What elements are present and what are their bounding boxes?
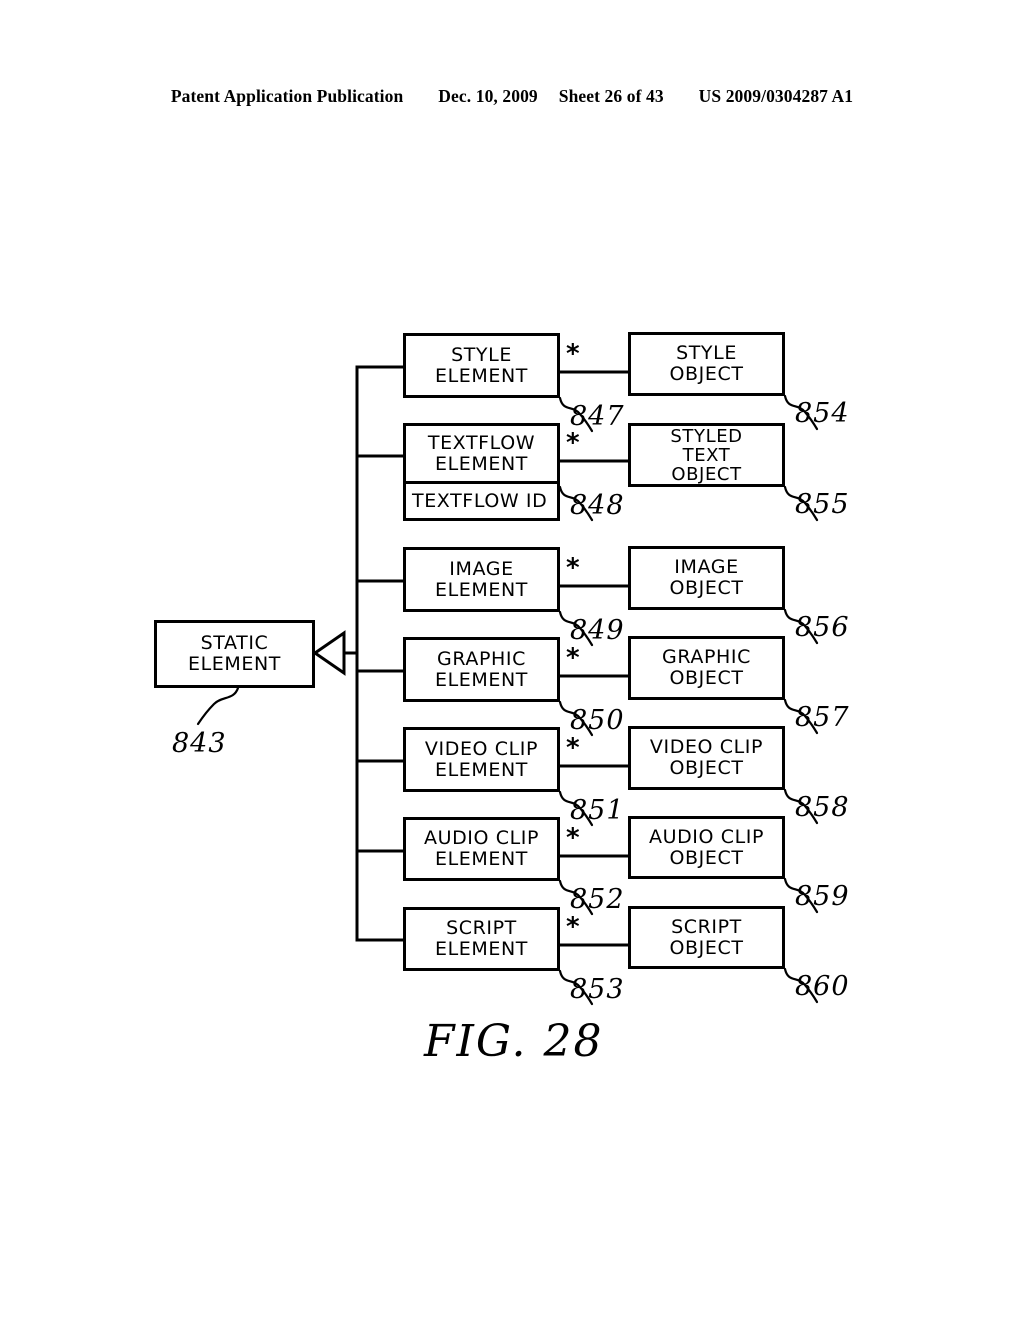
refnum-858: 858 (795, 792, 850, 823)
node-textflow-element-main: TEXTFLOW ELEMENT (406, 426, 557, 481)
refnum-856: 856 (795, 612, 850, 643)
node-video-clip-object-label: VIDEO CLIP OBJECT (649, 736, 764, 779)
node-audio-clip-object-label: AUDIO CLIP OBJECT (648, 825, 765, 869)
node-textflow-element-attributes: TEXTFLOW ID (406, 481, 557, 518)
multiplicity-marker-4: * (566, 643, 580, 673)
multiplicity-marker-3: * (566, 553, 580, 583)
attribute-textflow-id: TEXTFLOW ID (412, 490, 548, 512)
node-textflow-element-label: TEXTFLOW ELEMENT (427, 431, 536, 475)
node-graphic-object[interactable]: GRAPHIC OBJECT (628, 636, 785, 700)
node-script-object-label: SCRIPT OBJECT (669, 915, 744, 959)
node-image-object[interactable]: IMAGE OBJECT (628, 546, 785, 610)
generalization-arrowhead (312, 630, 346, 676)
refnum-852: 852 (570, 884, 625, 915)
node-video-clip-object[interactable]: VIDEO CLIP OBJECT (628, 726, 785, 790)
refnum-851: 851 (570, 795, 625, 826)
node-audio-clip-element[interactable]: AUDIO CLIP ELEMENT (403, 817, 560, 881)
node-styled-text-object[interactable]: STYLED TEXT OBJECT (628, 423, 785, 487)
refnum-855: 855 (795, 489, 850, 520)
node-style-object[interactable]: STYLE OBJECT (628, 332, 785, 396)
node-static-element-label: STATIC ELEMENT (187, 632, 281, 675)
node-graphic-element[interactable]: GRAPHIC ELEMENT (403, 637, 560, 702)
node-video-clip-element-label: VIDEO CLIP ELEMENT (424, 737, 539, 781)
multiplicity-marker-6: * (566, 823, 580, 853)
refnum-847: 847 (570, 401, 625, 432)
figure-caption: FIG. 28 (424, 1016, 604, 1067)
node-script-object[interactable]: SCRIPT OBJECT (628, 906, 785, 969)
node-style-element[interactable]: STYLE ELEMENT (403, 333, 560, 398)
multiplicity-marker-2: * (566, 428, 580, 458)
refnum-860: 860 (795, 971, 850, 1002)
refnum-843: 843 (172, 728, 227, 759)
multiplicity-marker-7: * (566, 912, 580, 942)
node-style-element-label: STYLE ELEMENT (434, 343, 528, 387)
node-video-clip-element[interactable]: VIDEO CLIP ELEMENT (403, 727, 560, 792)
refnum-857: 857 (795, 702, 850, 733)
node-audio-clip-element-label: AUDIO CLIP ELEMENT (423, 827, 540, 870)
node-image-element[interactable]: IMAGE ELEMENT (403, 547, 560, 612)
multiplicity-marker-5: * (566, 733, 580, 763)
lead-line-843 (196, 686, 240, 726)
node-graphic-element-label: GRAPHIC ELEMENT (434, 647, 528, 691)
node-audio-clip-object[interactable]: AUDIO CLIP OBJECT (628, 816, 785, 879)
node-style-object-label: STYLE OBJECT (669, 342, 744, 385)
refnum-850: 850 (570, 705, 625, 736)
node-image-object-label: IMAGE OBJECT (669, 556, 744, 599)
refnum-848: 848 (570, 490, 625, 521)
figure-28-diagram: STATIC ELEMENT 843 STYLE ELEMENT * 847 S… (0, 0, 1024, 1320)
node-script-element-label: SCRIPT ELEMENT (434, 917, 528, 960)
refnum-854: 854 (795, 398, 850, 429)
node-static-element[interactable]: STATIC ELEMENT (154, 620, 315, 688)
node-styled-text-object-label: STYLED TEXT OBJECT (670, 425, 743, 485)
node-textflow-element[interactable]: TEXTFLOW ELEMENT TEXTFLOW ID (403, 423, 560, 521)
node-image-element-label: IMAGE ELEMENT (434, 557, 528, 601)
refnum-859: 859 (795, 881, 850, 912)
node-graphic-object-label: GRAPHIC OBJECT (662, 646, 751, 689)
multiplicity-marker-1: * (566, 339, 580, 369)
node-script-element[interactable]: SCRIPT ELEMENT (403, 907, 560, 971)
refnum-849: 849 (570, 615, 625, 646)
refnum-853: 853 (570, 974, 625, 1005)
